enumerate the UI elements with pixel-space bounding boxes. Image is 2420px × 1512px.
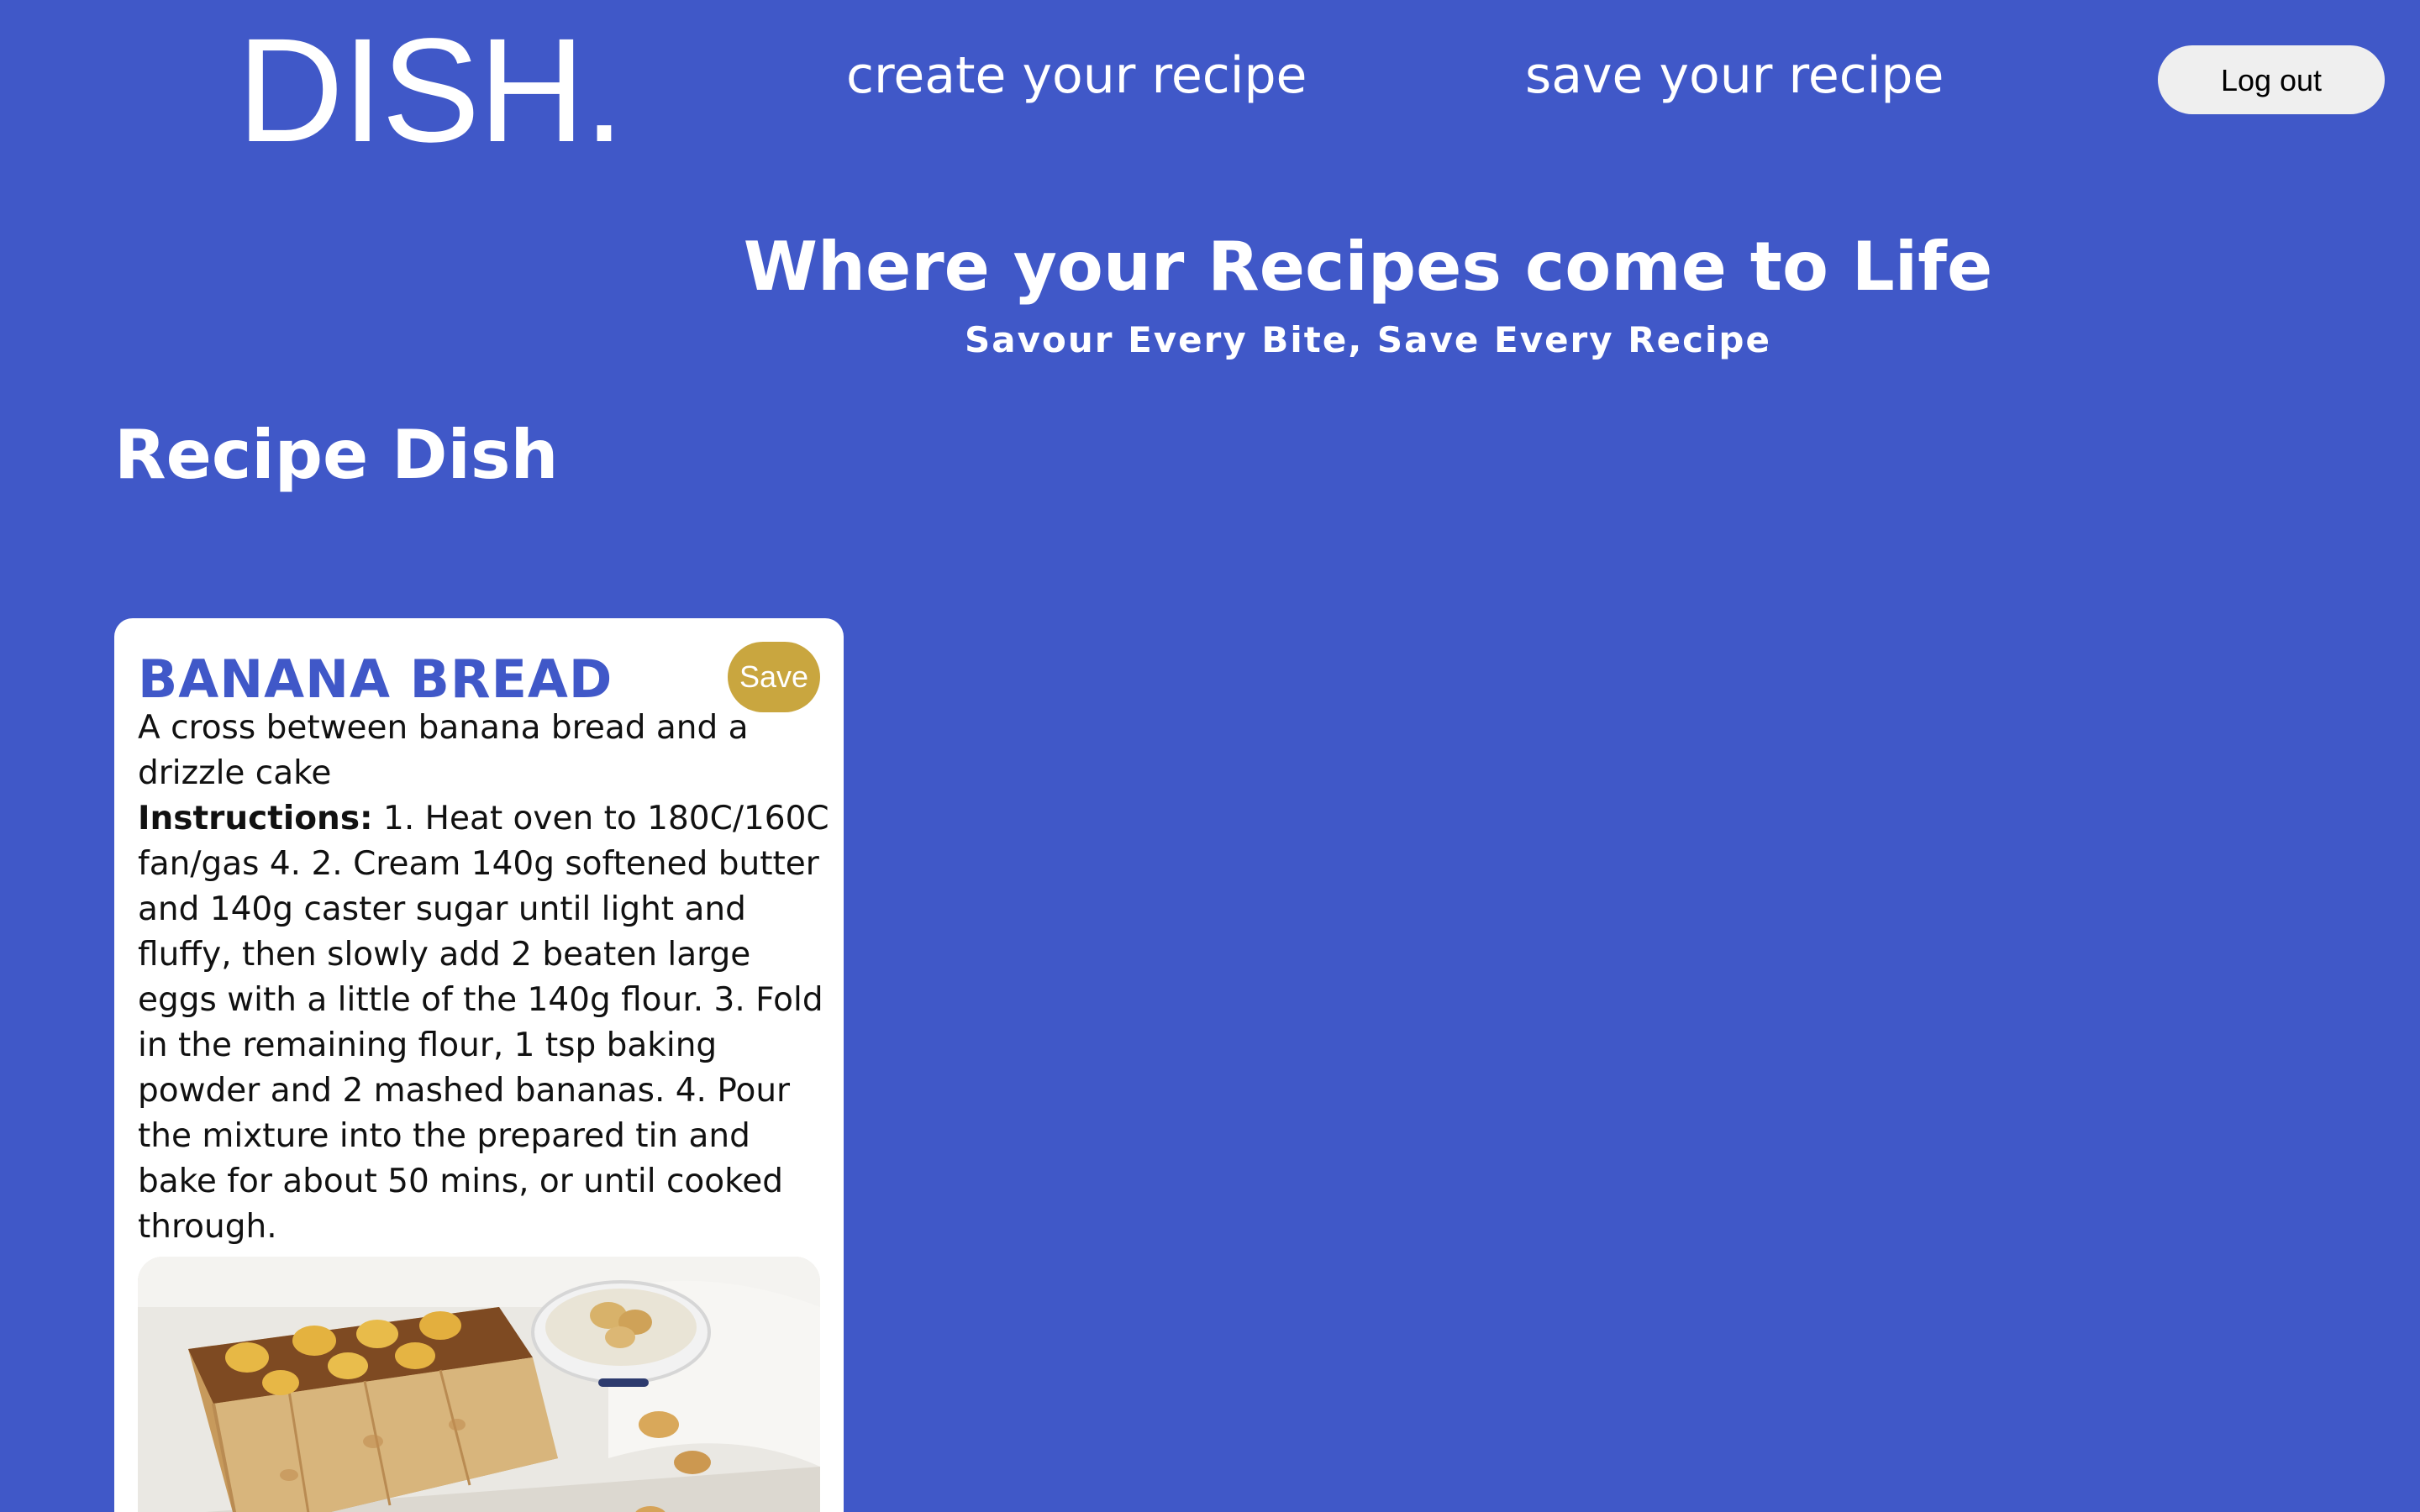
nav-save-recipe[interactable]: save your recipe <box>1525 50 1944 101</box>
banana-bread-photo <box>138 1257 820 1512</box>
recipe-description: A cross between banana bread and a drizz… <box>138 709 749 792</box>
instructions-label: Instructions: <box>138 800 373 837</box>
instructions-text: 1. Heat oven to 180C/160C fan/gas 4. 2. … <box>138 800 829 1246</box>
nav-create-recipe[interactable]: create your recipe <box>846 50 1307 101</box>
recipe-instructions: Instructions: 1. Heat oven to 180C/160C … <box>138 796 835 1250</box>
recipe-body: A cross between banana bread and a drizz… <box>138 706 835 1250</box>
recipe-title: BANANA BREAD <box>138 648 613 710</box>
hero-title: Where your Recipes come to Life <box>743 228 1993 306</box>
section-title: Recipe Dish <box>114 416 559 494</box>
logout-button[interactable]: Log out <box>2158 45 2385 114</box>
recipe-image <box>138 1257 820 1512</box>
recipe-card: BANANA BREAD Save A cross between banana… <box>114 618 844 1512</box>
page: DISH. create your recipe save your recip… <box>0 0 2420 1512</box>
save-button[interactable]: Save <box>728 642 820 712</box>
hero-subtitle: Savour Every Bite, Save Every Recipe <box>965 319 1771 360</box>
logo[interactable]: DISH. <box>237 17 624 165</box>
